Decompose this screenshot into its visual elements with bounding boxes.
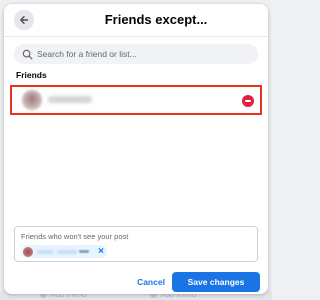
- chip-remove-button[interactable]: ×: [98, 245, 104, 258]
- cancel-button[interactable]: Cancel: [130, 272, 172, 292]
- remove-circle-icon[interactable]: [242, 95, 254, 107]
- dialog-title: Friends except...: [104, 12, 208, 27]
- chip-name-redacted: [57, 250, 77, 254]
- friends-section-label: Friends: [16, 70, 47, 80]
- chip-avatar: [23, 246, 33, 257]
- friend-search[interactable]: [14, 44, 258, 64]
- friend-row[interactable]: [10, 85, 262, 115]
- search-input[interactable]: [37, 49, 247, 59]
- back-button[interactable]: [14, 10, 34, 30]
- excluded-friends-box: Friends who won't see your post ×: [14, 226, 258, 262]
- excluded-friend-chip: ×: [21, 245, 107, 258]
- friend-avatar: [22, 90, 42, 110]
- chip-name-redacted: [37, 250, 53, 254]
- excluded-friends-hint: Friends who won't see your post: [21, 232, 129, 241]
- arrow-left-icon: [20, 16, 29, 24]
- search-icon: [22, 49, 33, 60]
- friends-except-dialog: Friends except... Friends Friends who wo…: [4, 4, 268, 294]
- chip-name-redacted: [79, 250, 89, 253]
- dialog-header: Friends except...: [4, 4, 268, 37]
- friend-name-redacted: [48, 96, 92, 103]
- save-changes-button[interactable]: Save changes: [172, 272, 260, 292]
